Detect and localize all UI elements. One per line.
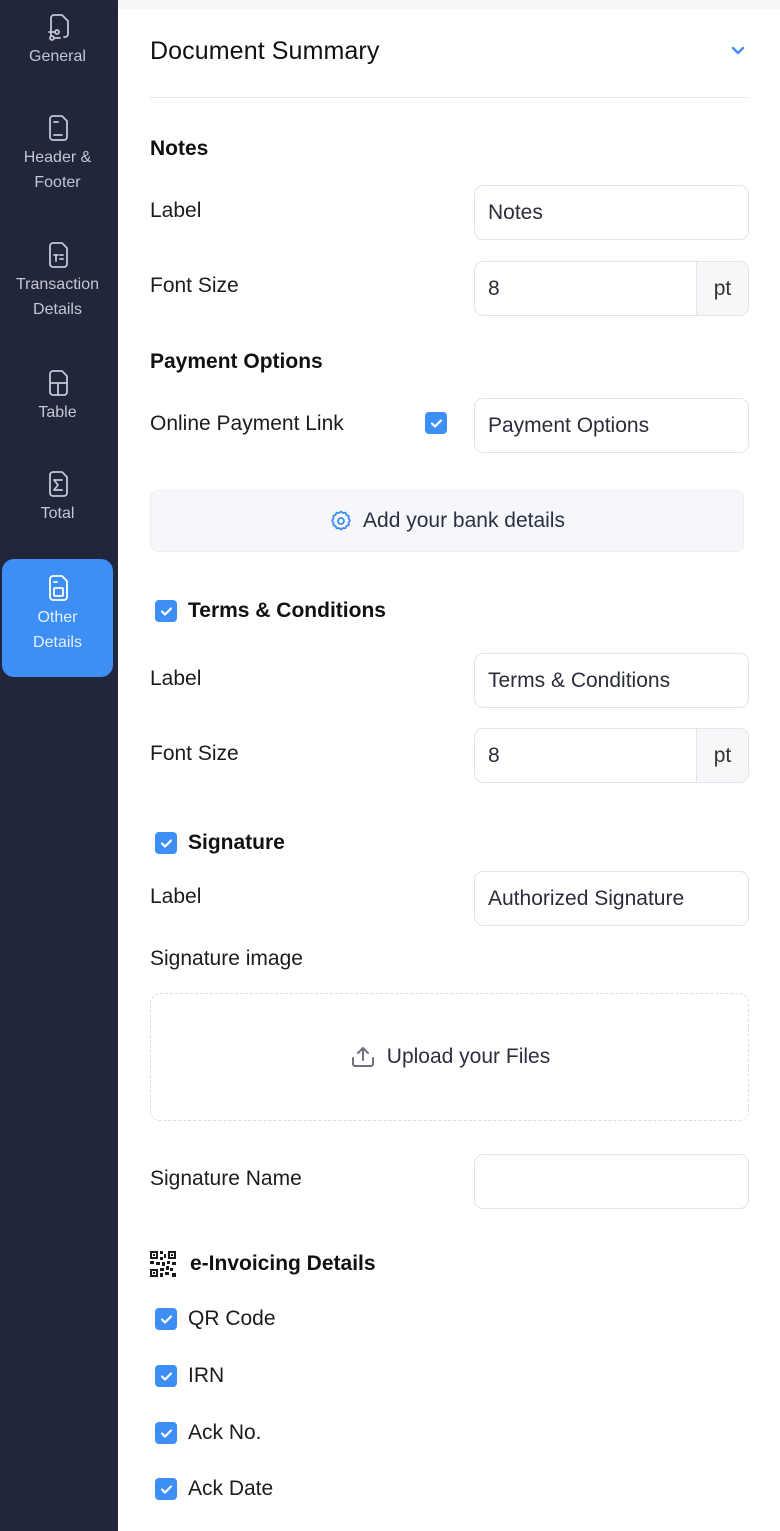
add-bank-details-button[interactable]: Add your bank details xyxy=(150,490,744,552)
checkmark-icon xyxy=(160,838,172,848)
notes-font-size-caption: Font Size xyxy=(150,274,239,297)
terms-font-size-caption: Font Size xyxy=(150,742,239,765)
sidebar-item-total[interactable]: Total xyxy=(2,469,113,526)
qr-code-icon xyxy=(150,1251,176,1277)
online-payment-link-input[interactable]: Payment Options xyxy=(474,398,749,453)
gear-icon xyxy=(331,510,351,531)
sidebar-item-general[interactable]: General xyxy=(2,12,113,69)
sidebar-item-transaction-details[interactable]: Transaction Details xyxy=(2,240,113,322)
qr-code-checkbox[interactable] xyxy=(155,1308,177,1330)
upload-files-dropzone[interactable]: Upload your Files xyxy=(150,993,749,1121)
einvoicing-option: Ack Date xyxy=(155,1477,273,1501)
sidebar-item-label: General xyxy=(29,48,86,65)
checkmark-icon xyxy=(160,606,172,616)
chevron-down-icon[interactable] xyxy=(730,45,746,57)
checkmark-icon xyxy=(160,1371,172,1381)
checkmark-icon xyxy=(160,1484,172,1494)
notes-label-caption: Label xyxy=(150,199,202,222)
sidebar-item-label: Table xyxy=(38,404,77,421)
online-payment-link-value: Payment Options xyxy=(488,413,650,437)
terms-font-size-value[interactable]: 8 xyxy=(475,729,696,782)
document-sigma-icon xyxy=(48,471,68,497)
signature-checkbox[interactable] xyxy=(155,832,177,854)
einvoicing-header: e-Invoicing Details xyxy=(150,1251,376,1277)
document-text-icon xyxy=(48,242,68,268)
einvoicing-option: IRN xyxy=(155,1364,224,1388)
ack-no-checkbox[interactable] xyxy=(155,1422,177,1444)
sidebar-item-label: Footer xyxy=(34,174,81,191)
terms-label-value: Terms & Conditions xyxy=(488,668,671,692)
sidebar-item-header-footer[interactable]: Header & Footer xyxy=(2,113,113,195)
terms-heading: Terms & Conditions xyxy=(188,599,386,622)
terms-checkbox[interactable] xyxy=(155,600,177,622)
terms-label-input[interactable]: Terms & Conditions xyxy=(474,653,749,708)
ack-date-checkbox[interactable] xyxy=(155,1478,177,1500)
signature-toggle-row: Signature xyxy=(155,831,285,855)
sidebar-item-label: Other xyxy=(37,609,78,626)
signature-heading: Signature xyxy=(188,831,285,854)
add-bank-details-label: Add your bank details xyxy=(363,509,565,532)
terms-label-caption: Label xyxy=(150,667,202,690)
sidebar: General Header & Footer Transaction Deta… xyxy=(0,0,118,1531)
terms-font-size-input[interactable]: 8 pt xyxy=(474,728,749,783)
sidebar-item-label: Transaction xyxy=(16,276,99,293)
online-payment-link-checkbox[interactable] xyxy=(425,412,447,434)
document-box-icon xyxy=(48,575,68,601)
panel-title: Document Summary xyxy=(150,37,380,65)
signature-label-input[interactable]: Authorized Signature xyxy=(474,871,749,926)
notes-font-size-value[interactable]: 8 xyxy=(475,262,696,315)
checkmark-icon xyxy=(160,1314,172,1324)
einvoicing-option: Ack No. xyxy=(155,1421,262,1445)
ack-no-label: Ack No. xyxy=(188,1421,262,1444)
notes-font-size-input[interactable]: 8 pt xyxy=(474,261,749,316)
upload-icon xyxy=(351,1047,374,1067)
qr-code-label: QR Code xyxy=(188,1307,276,1330)
terms-toggle-row: Terms & Conditions xyxy=(155,599,386,623)
signature-label-caption: Label xyxy=(150,885,202,908)
signature-image-caption: Signature image xyxy=(150,947,303,970)
signature-name-caption: Signature Name xyxy=(150,1167,302,1190)
document-settings-icon xyxy=(47,14,69,41)
irn-label: IRN xyxy=(188,1364,225,1387)
document-header-footer-icon xyxy=(48,115,68,141)
notes-label-value: Notes xyxy=(488,200,543,224)
einvoicing-heading: e-Invoicing Details xyxy=(190,1252,376,1275)
payment-options-heading: Payment Options xyxy=(150,350,323,373)
checkmark-icon xyxy=(160,1428,172,1438)
ack-date-label: Ack Date xyxy=(188,1477,274,1500)
settings-panel: Document Summary Notes Label Notes Font … xyxy=(118,9,780,1531)
document-table-icon xyxy=(48,370,68,396)
signature-name-input[interactable] xyxy=(474,1154,749,1209)
font-size-unit: pt xyxy=(696,262,748,315)
sidebar-item-other-details[interactable]: Other Details xyxy=(2,559,113,677)
signature-label-value: Authorized Signature xyxy=(488,886,685,910)
sidebar-item-label: Total xyxy=(40,505,75,522)
einvoicing-option: QR Code xyxy=(155,1307,276,1331)
online-payment-link-caption: Online Payment Link xyxy=(150,412,344,435)
sidebar-item-label: Header & xyxy=(23,149,92,166)
top-strip xyxy=(118,0,780,9)
sidebar-item-table[interactable]: Table xyxy=(2,368,113,425)
font-size-unit: pt xyxy=(696,729,748,782)
notes-heading: Notes xyxy=(150,137,209,160)
upload-files-label: Upload your Files xyxy=(386,1045,551,1068)
checkmark-icon xyxy=(430,418,442,428)
sidebar-item-label: Details xyxy=(33,634,82,651)
notes-label-input[interactable]: Notes xyxy=(474,185,749,240)
divider xyxy=(150,97,748,98)
irn-checkbox[interactable] xyxy=(155,1365,177,1387)
sidebar-item-label: Details xyxy=(33,301,82,318)
